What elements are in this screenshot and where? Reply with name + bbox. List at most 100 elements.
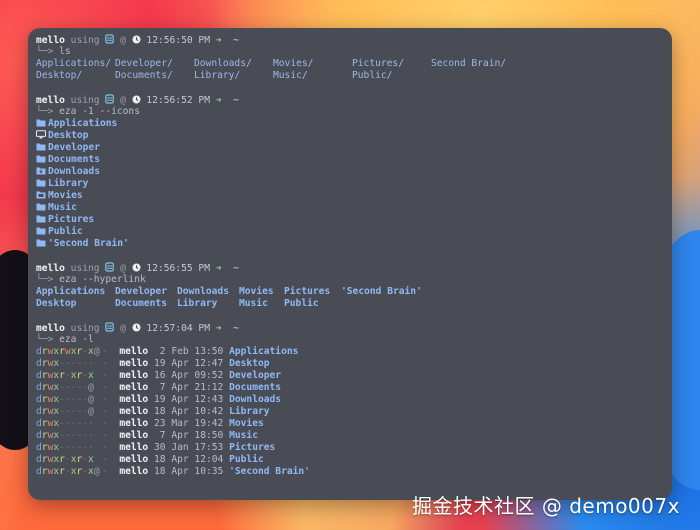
prompt-at: @ <box>114 35 132 46</box>
folder-icon <box>36 119 46 127</box>
directory-name: 'Second Brain' <box>48 238 129 249</box>
shell-env-icon <box>105 94 115 104</box>
directory-name: Library <box>48 178 89 189</box>
permissions: drwxr-xr-x@ <box>36 466 102 478</box>
long-list-row: drwx------ - mello 30 Jan 17:53 Pictures <box>36 442 666 454</box>
directory-name: Documents/ <box>115 70 173 81</box>
prompt-cwd: ~ <box>221 323 239 334</box>
owner: mello <box>119 394 149 405</box>
long-list-row: drwx-----@ - mello 7 Apr 21:12 Documents <box>36 382 666 394</box>
clock-icon <box>132 95 141 104</box>
clock-icon <box>132 263 141 272</box>
icon-list-item: Applications <box>36 118 666 130</box>
permissions: drwx-----@ <box>36 382 102 394</box>
directory-name: Downloads/ <box>194 58 252 69</box>
long-list-row: drwx------ - mello 19 Apr 12:47 Desktop <box>36 358 666 370</box>
prompt-cwd: ~ <box>221 263 239 274</box>
long-list-row: drwx-----@ - mello 18 Apr 10:42 Library <box>36 406 666 418</box>
folder-icon <box>36 215 46 223</box>
long-list-row: drwxr-xr-x - mello 18 Apr 12:04 Public <box>36 454 666 466</box>
prompt-word: using <box>64 323 106 334</box>
owner: mello <box>119 346 149 357</box>
size-dash: - <box>102 394 120 405</box>
directory-name: 'Second Brain' <box>341 286 422 297</box>
directory-name: 'Second Brain' <box>229 466 310 477</box>
folder-icon <box>36 155 46 163</box>
size-dash: - <box>102 370 120 381</box>
icon-list-item: Downloads <box>36 166 666 178</box>
permission-char: @ <box>88 394 94 405</box>
prompt-time: 12:56:55 PM <box>140 263 216 274</box>
directory-name: Desktop <box>36 298 77 309</box>
permissions: drwx------ <box>36 442 102 454</box>
modified-date: 19 Apr 12:47 <box>148 358 230 369</box>
movie-folder-icon <box>36 191 46 199</box>
permission-char: - <box>88 418 94 429</box>
directory-name: Pictures <box>48 214 95 225</box>
size-dash: - <box>102 466 120 477</box>
icon-list-item: 'Second Brain' <box>36 238 666 250</box>
prompt-at: @ <box>114 95 132 106</box>
directory-name: Public <box>284 298 319 309</box>
owner: mello <box>119 358 149 369</box>
prompt-user: mello <box>36 263 65 274</box>
directory-name: Documents <box>229 382 282 393</box>
command-line: └─> ls <box>36 46 666 58</box>
directory-name: Music <box>239 298 268 309</box>
permission-char: x <box>88 370 94 381</box>
size-dash: - <box>102 442 120 453</box>
owner: mello <box>119 430 149 441</box>
terminal-output[interactable]: mello using @ 12:56:50 PM ➜ ~ └─> ls Appli… <box>36 34 666 478</box>
command-arrow: └─> <box>36 46 60 57</box>
directory-name: Movies/ <box>273 58 314 69</box>
icon-list-item: Pictures <box>36 214 666 226</box>
directory-name: Downloads <box>229 394 282 405</box>
prompt-user: mello <box>36 95 65 106</box>
directory-name: Documents <box>115 298 167 309</box>
directory-name: Library <box>177 298 218 309</box>
long-list-row: drwxrwxr-x@ - mello 2 Feb 13:50 Applicati… <box>36 346 666 358</box>
grid-row: Desktop/Documents/Library/Music/Public/ <box>36 70 666 82</box>
command-text: eza -1 --icons <box>59 106 140 117</box>
directory-name: Movies <box>48 190 83 201</box>
permissions: drwxr-xr-x <box>36 370 102 382</box>
icon-list-item: Movies <box>36 190 666 202</box>
permissions: drwx------ <box>36 430 102 442</box>
size-dash: - <box>102 382 120 393</box>
long-list-row: drwx------ - mello 7 Apr 18:50 Music <box>36 430 666 442</box>
prompt-time: 12:56:50 PM <box>140 35 216 46</box>
command-line: └─> eza --hyperlink <box>36 274 666 286</box>
owner: mello <box>119 382 149 393</box>
command-arrow: └─> <box>36 334 60 345</box>
long-list-row: drwx-----@ - mello 19 Apr 12:43 Downloads <box>36 394 666 406</box>
grid-row: Applications Developer Downloads Movies Pict… <box>36 286 666 298</box>
icon-list-item: Developer <box>36 142 666 154</box>
grid-row: Desktop Documents Library Music Public <box>36 298 666 310</box>
grid-row: Applications/Developer/Downloads/Movies/… <box>36 58 666 70</box>
directory-name: Documents <box>48 154 100 165</box>
owner: mello <box>119 442 149 453</box>
permission-char: - <box>88 358 94 369</box>
terminal-window[interactable]: mello using @ 12:56:50 PM ➜ ~ └─> ls Appli… <box>28 28 672 500</box>
directory-name: Pictures <box>229 442 276 453</box>
permission-char: @ <box>88 406 94 417</box>
owner: mello <box>119 466 149 477</box>
directory-name: Applications <box>48 118 118 129</box>
directory-name: Applications <box>36 286 106 297</box>
shell-env-icon <box>105 322 115 332</box>
prompt-time: 12:56:52 PM <box>140 95 216 106</box>
long-list-row: drwxr-xr-x@ - mello 18 Apr 10:35 'Second … <box>36 466 666 478</box>
modified-date: 7 Apr 21:12 <box>148 382 230 393</box>
permissions: drwxrwxr-x@ <box>36 346 102 358</box>
directory-name: Library/ <box>194 70 241 81</box>
icon-list-item: Music <box>36 202 666 214</box>
command-text: ls <box>59 46 71 57</box>
directory-name: Desktop <box>229 358 270 369</box>
prompt-line: mello using @ 12:57:04 PM ➜ ~ <box>36 322 666 334</box>
directory-name: Developer <box>229 370 282 381</box>
permissions: drwx------ <box>36 358 102 370</box>
long-list-row: drwxr-xr-x - mello 16 Apr 09:52 Developer <box>36 370 666 382</box>
modified-date: 16 Apr 09:52 <box>148 370 230 381</box>
watermark-text: 掘金技术社区 @ demo007x <box>412 494 680 518</box>
